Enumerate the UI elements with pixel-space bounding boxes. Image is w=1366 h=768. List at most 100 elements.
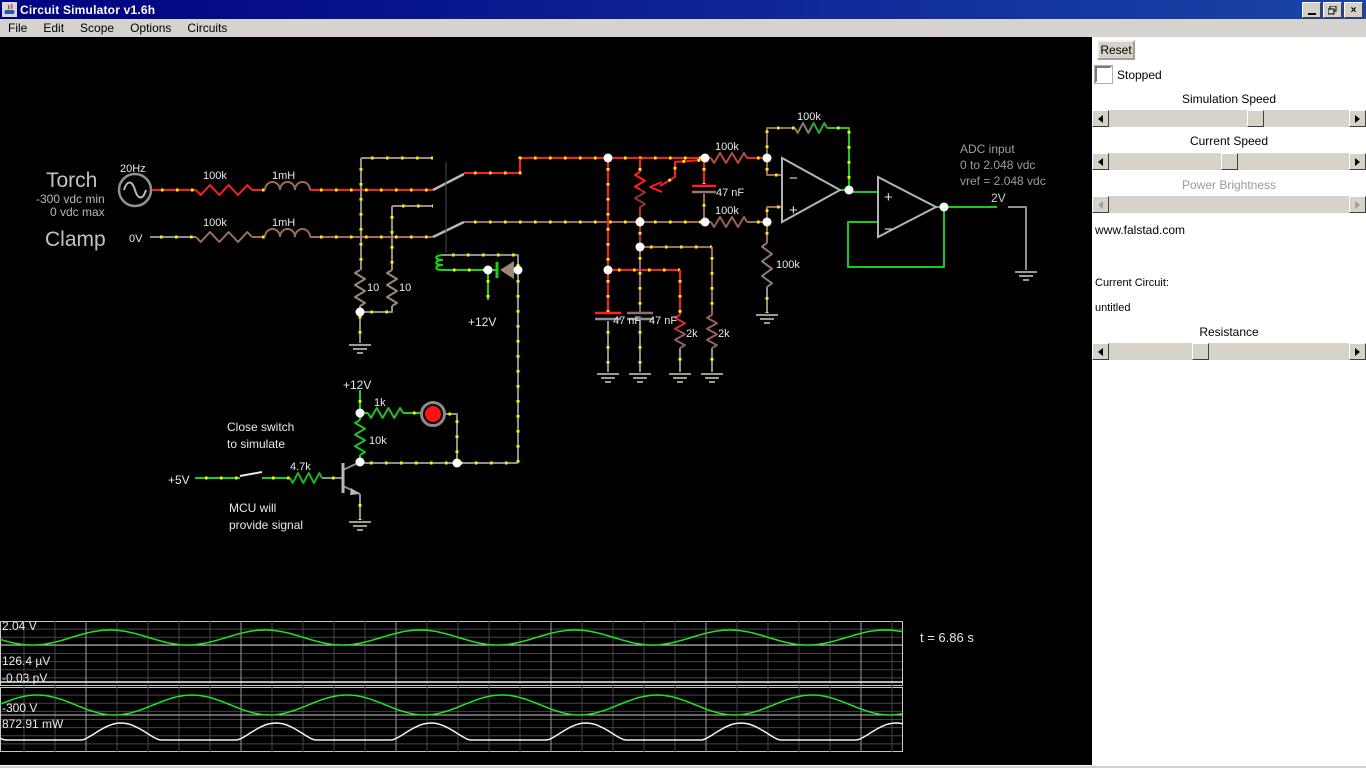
scope-label-5: t = 6.86 s xyxy=(920,630,974,645)
circuit-svg: Torch-300 vdc min0 vdc maxClamp20Hz0V100… xyxy=(0,111,1046,752)
falstad-link[interactable]: www.falstad.com xyxy=(1095,223,1185,237)
canvas-label-23: 100k xyxy=(715,141,739,153)
power-brightness-slider xyxy=(1092,196,1366,213)
menu-item-circuits[interactable]: Circuits xyxy=(179,20,235,36)
canvas-label-7: 1mH xyxy=(272,170,295,182)
led-lit xyxy=(425,406,441,422)
junction-node xyxy=(844,185,854,195)
canvas-label-26: 100k xyxy=(776,259,800,271)
resistor xyxy=(634,171,646,191)
circuit-canvas[interactable]: Torch -300 vdc min 0 vdc max Clamp 20Hz 0V 100… xyxy=(0,37,1092,765)
relay-coil xyxy=(435,254,444,271)
canvas-label-3: Clamp xyxy=(45,228,106,251)
simulation-speed-label: Simulation Speed xyxy=(1181,92,1277,106)
junction-node xyxy=(603,265,613,275)
resistor xyxy=(354,269,366,307)
junction-node xyxy=(355,307,365,317)
canvas-label-34: vref = 2.048 vdc xyxy=(960,174,1046,188)
sidebar: Reset Stopped Simulation Speed Current S… xyxy=(1092,37,1366,765)
close-button[interactable]: × xyxy=(1344,2,1363,18)
canvas-label-20: MCU will xyxy=(229,501,276,515)
resistor xyxy=(634,188,646,208)
canvas-label-38: − xyxy=(884,221,893,238)
canvas-label-29: 2k xyxy=(686,328,698,340)
inductor xyxy=(264,228,311,238)
slider-thumb[interactable] xyxy=(1220,153,1238,170)
resistor xyxy=(289,472,323,484)
menu-item-edit[interactable]: Edit xyxy=(35,20,72,36)
power-brightness-label: Power Brightness xyxy=(1181,178,1277,192)
resistor xyxy=(367,407,404,419)
junction-node xyxy=(635,217,645,227)
canvas-label-22: 47 nF xyxy=(716,187,744,199)
scope-label-0: 2.04 V xyxy=(2,619,37,633)
resistor xyxy=(195,184,253,196)
canvas-label-18: Close switch xyxy=(227,420,294,434)
canvas-label-31: 2V xyxy=(991,191,1006,205)
resistor xyxy=(706,314,718,349)
canvas-label-11: 10 xyxy=(399,282,411,294)
menu-item-options[interactable]: Options xyxy=(122,20,179,36)
minimize-button[interactable] xyxy=(1302,2,1321,18)
resistor xyxy=(761,242,773,288)
junction-node xyxy=(355,408,365,418)
canvas-label-13: +12V xyxy=(343,378,371,392)
resistor xyxy=(674,330,686,349)
canvas-label-32: ADC input xyxy=(960,142,1015,156)
slider-arrow-right xyxy=(1349,196,1366,213)
current-circuit-name: untitled xyxy=(1095,302,1131,314)
canvas-label-30: 2k xyxy=(718,328,730,340)
canvas-label-27: 47 nF xyxy=(613,315,641,327)
canvas-label-35: − xyxy=(789,170,798,187)
menu-item-file[interactable]: File xyxy=(0,20,35,36)
window-title: Circuit Simulator v1.6h xyxy=(20,2,156,17)
slider-arrow-right[interactable] xyxy=(1349,343,1366,360)
resistance-slider[interactable] xyxy=(1092,343,1366,360)
reset-button[interactable]: Reset xyxy=(1097,40,1135,60)
canvas-label-9: 1mH xyxy=(272,217,295,229)
slider-thumb[interactable] xyxy=(1247,110,1265,127)
slider-arrow-right[interactable] xyxy=(1349,110,1366,127)
menu-item-scope[interactable]: Scope xyxy=(72,20,122,36)
current-circuit-label: Current Circuit: xyxy=(1095,277,1169,289)
slider-arrow-right[interactable] xyxy=(1349,153,1366,170)
resistor xyxy=(195,231,253,243)
slider-arrow-left xyxy=(1092,196,1109,213)
junction-node xyxy=(452,458,462,468)
junction-node xyxy=(483,265,493,275)
restore-button[interactable] xyxy=(1323,2,1342,18)
resistance-label: Resistance xyxy=(1199,325,1259,339)
canvas-label-1: -300 vdc min xyxy=(36,192,105,206)
diode xyxy=(500,261,514,279)
stopped-checkbox[interactable] xyxy=(1094,65,1113,84)
menubar: File Edit Scope Options Circuits xyxy=(0,19,1366,38)
slider-arrow-left[interactable] xyxy=(1092,343,1109,360)
slider-arrow-left[interactable] xyxy=(1092,153,1109,170)
stopped-label: Stopped xyxy=(1117,67,1162,82)
junction-node xyxy=(762,153,772,163)
current-speed-label: Current Speed xyxy=(1189,134,1269,148)
junction-node xyxy=(939,202,949,212)
canvas-label-28: 47 nF xyxy=(649,315,677,327)
canvas-label-2: 0 vdc max xyxy=(50,205,105,219)
canvas-label-4: 20Hz xyxy=(120,163,146,175)
transistor-emitter-arrow xyxy=(350,488,360,495)
canvas-label-8: 100k xyxy=(203,217,227,229)
resistor xyxy=(386,269,398,307)
resistor xyxy=(710,216,748,228)
simulation-speed-slider[interactable] xyxy=(1092,110,1366,127)
canvas-label-12: +12V xyxy=(468,315,496,329)
slider-thumb[interactable] xyxy=(1191,343,1209,360)
java-icon xyxy=(2,2,17,17)
titlebar[interactable]: Circuit Simulator v1.6h × xyxy=(0,0,1366,19)
junction-node xyxy=(603,153,613,163)
app-window: Circuit Simulator v1.6h × File Edit Scope O… xyxy=(0,0,1366,768)
canvas-label-14: 1k xyxy=(374,397,386,409)
current-speed-slider[interactable] xyxy=(1092,153,1366,170)
junction-node xyxy=(513,265,523,275)
canvas-label-6: 100k xyxy=(203,170,227,182)
canvas-label-15: 10k xyxy=(369,435,387,447)
junction-node xyxy=(700,153,710,163)
resistor xyxy=(810,122,828,134)
slider-arrow-left[interactable] xyxy=(1092,110,1109,127)
